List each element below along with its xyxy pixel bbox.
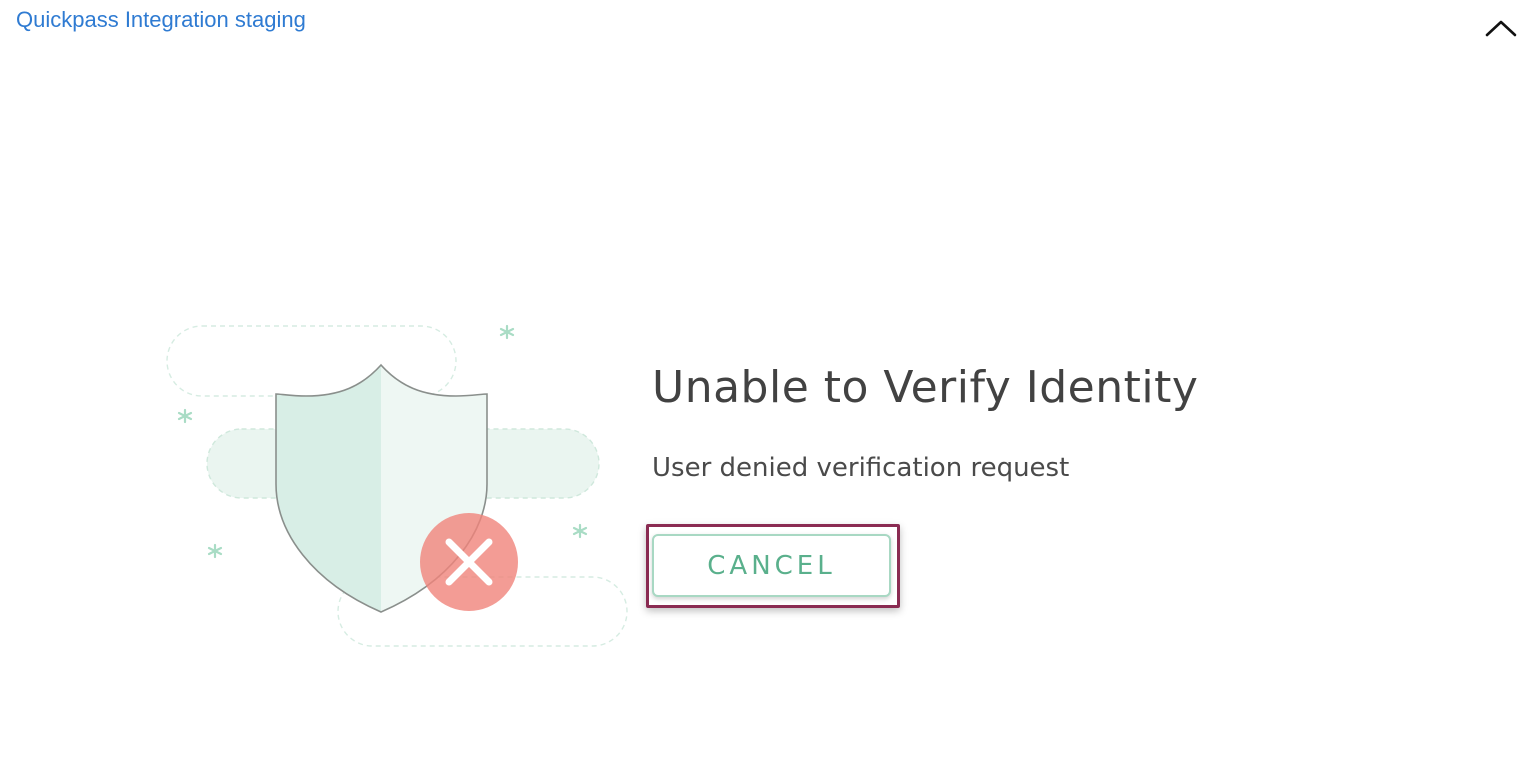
sparkle-icon (572, 523, 588, 539)
cancel-button[interactable]: CANCEL (652, 534, 891, 597)
shield-denied-illustration (160, 318, 640, 658)
decor-pill-top (166, 325, 457, 397)
error-title: Unable to Verify Identity (652, 362, 1199, 413)
chevron-up-icon (1485, 20, 1517, 37)
header-title[interactable]: Quickpass Integration staging (16, 7, 306, 33)
sparkle-icon (499, 324, 515, 340)
collapse-button[interactable] (1478, 10, 1522, 46)
sparkle-icon (207, 543, 223, 559)
sparkle-icon (177, 408, 193, 424)
shield-left-half (276, 365, 381, 612)
error-message: User denied verification request (652, 453, 1070, 483)
shield-denied-icon (166, 324, 628, 647)
